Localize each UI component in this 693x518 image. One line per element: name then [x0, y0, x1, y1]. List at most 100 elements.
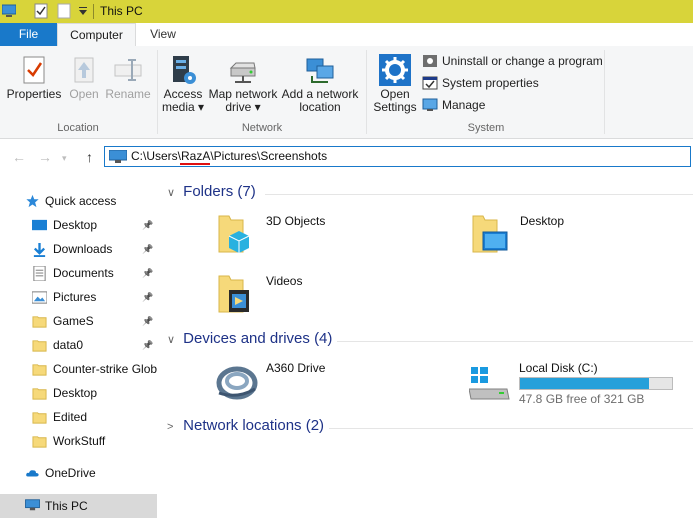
access-media-button[interactable]: Access media ▾: [161, 54, 205, 114]
device-a360-drive[interactable]: A360 Drive: [215, 359, 415, 407]
windows-drive-icon: [469, 367, 510, 400]
pin-icon[interactable]: 📌: [142, 334, 153, 356]
this-pc-icon[interactable]: [2, 3, 16, 19]
folder-icon: [32, 410, 47, 424]
folder-icon: [32, 338, 47, 352]
tab-computer[interactable]: Computer: [57, 23, 136, 47]
properties-quick-icon[interactable]: [34, 3, 48, 19]
pin-icon[interactable]: 📌: [142, 214, 153, 236]
devices-section-header[interactable]: ∨ Devices and drives (4): [167, 330, 332, 352]
customize-toolbar-icon[interactable]: [76, 3, 90, 19]
this-pc-icon: [109, 150, 127, 163]
folders-section-header[interactable]: ∨ Folders (7): [167, 183, 256, 205]
chevron-right-icon: >: [167, 421, 174, 433]
device-label: A360 Drive: [266, 361, 326, 375]
manage-button[interactable]: Manage: [422, 96, 485, 114]
onedrive-cloud-icon: [26, 470, 39, 477]
nav-item-label: Edited: [53, 410, 88, 424]
nav-quick-access[interactable]: Quick access: [0, 190, 157, 212]
recent-locations-icon[interactable]: ▾: [62, 153, 67, 164]
a360-drive-icon: [216, 366, 258, 400]
location-group-label: Location: [57, 122, 99, 134]
system-properties-icon: [422, 76, 438, 90]
system-properties-button[interactable]: System properties: [422, 74, 539, 92]
nav-item-label: Desktop: [53, 386, 98, 400]
uninstall-program-button[interactable]: Uninstall or change a program: [422, 52, 603, 70]
tab-view[interactable]: View: [140, 23, 186, 46]
desktop-folder-icon: [472, 215, 508, 253]
folder-icon: [32, 362, 47, 376]
map-drive-label-1: Map network: [208, 87, 278, 101]
group-separator: [604, 50, 605, 134]
address-row: ← → ▾ ↑ C:\Users\RazA\Pictures\Screensho…: [0, 139, 693, 175]
new-folder-quick-icon[interactable]: [57, 3, 71, 19]
access-media-label-2: media: [161, 100, 195, 114]
map-network-drive-icon: [229, 62, 256, 83]
nav-item[interactable]: WorkStuff: [0, 430, 157, 452]
desktop-icon: [32, 218, 47, 232]
add-network-location-button[interactable]: Add a network location: [281, 54, 359, 114]
disk-free-text: 47.8 GB free of 321 GB: [519, 392, 645, 406]
address-bar[interactable]: C:\Users\RazA\Pictures\Screenshots: [104, 146, 691, 167]
map-network-drive-button[interactable]: Map network drive ▾: [207, 54, 279, 114]
open-label: Open: [69, 87, 99, 101]
back-arrow-icon[interactable]: ←: [12, 149, 26, 165]
this-pc-icon: [25, 499, 40, 511]
annotation-underline: [180, 163, 210, 165]
properties-button[interactable]: Properties: [6, 54, 62, 101]
nav-item[interactable]: GameS 📌: [0, 310, 157, 332]
nav-onedrive[interactable]: OneDrive: [0, 462, 157, 484]
open-settings-button[interactable]: Open Settings: [371, 54, 419, 114]
nav-item-label: Counter-strike Glob: [53, 362, 158, 376]
pin-icon[interactable]: 📌: [142, 310, 153, 332]
documents-icon: [32, 265, 47, 282]
onedrive-label: OneDrive: [45, 466, 96, 480]
folder-3d-objects[interactable]: 3D Objects: [215, 212, 415, 260]
up-arrow-icon[interactable]: ↑: [86, 149, 93, 165]
title-bar: This PC: [0, 0, 693, 23]
open-button[interactable]: Open: [66, 54, 102, 101]
rename-button[interactable]: Rename: [104, 54, 152, 101]
content-pane: ∨ Folders (7) 3D Objects Desktop Videos …: [157, 175, 693, 518]
star-icon: [26, 194, 39, 208]
nav-item[interactable]: data0 📌: [0, 334, 157, 356]
network-group-label: Network: [241, 122, 283, 134]
folder-label: 3D Objects: [266, 214, 326, 228]
pin-icon[interactable]: 📌: [142, 238, 153, 260]
nav-item[interactable]: Pictures 📌: [0, 286, 157, 308]
folder-icon: [32, 386, 47, 400]
nav-this-pc[interactable]: This PC: [0, 494, 157, 518]
quick-access-label: Quick access: [45, 194, 117, 208]
folder-videos[interactable]: Videos: [215, 272, 415, 320]
nav-item[interactable]: Desktop 📌: [0, 214, 157, 236]
folder-desktop[interactable]: Desktop: [469, 212, 669, 260]
downloads-icon: [32, 242, 47, 257]
section-divider: [337, 341, 693, 342]
nav-item[interactable]: Edited: [0, 406, 157, 428]
section-divider: [329, 428, 693, 429]
device-local-disk-c[interactable]: Local Disk (C:) 47.8 GB free of 321 GB: [469, 359, 693, 407]
nav-item-label: WorkStuff: [53, 434, 106, 448]
folders-header-label: Folders (7): [183, 183, 256, 200]
open-settings-label-2: Settings: [373, 100, 417, 114]
tab-file[interactable]: File: [0, 23, 57, 46]
map-drive-label-2: drive: [225, 100, 252, 114]
nav-item[interactable]: Documents 📌: [0, 262, 157, 284]
nav-item[interactable]: Counter-strike Glob: [0, 358, 157, 380]
manage-icon: [422, 98, 438, 111]
properties-label: Properties: [6, 87, 62, 101]
devices-header-label: Devices and drives (4): [183, 330, 333, 347]
forward-arrow-icon[interactable]: →: [38, 149, 52, 165]
network-section-header[interactable]: > Network locations (2): [167, 417, 324, 439]
chevron-down-icon: ∨: [167, 334, 176, 346]
pin-icon[interactable]: 📌: [142, 262, 153, 284]
3d-objects-folder-icon: [218, 215, 250, 253]
nav-item[interactable]: Downloads 📌: [0, 238, 157, 260]
nav-item[interactable]: Desktop: [0, 382, 157, 404]
address-path[interactable]: C:\Users\RazA\Pictures\Screenshots: [131, 149, 327, 163]
ribbon: Properties Open Rename Location Access m…: [0, 46, 693, 139]
add-location-label-1: Add a network: [281, 87, 359, 101]
pin-icon[interactable]: 📌: [142, 286, 153, 308]
rename-icon: [114, 59, 142, 81]
folder-label: Videos: [266, 274, 303, 288]
